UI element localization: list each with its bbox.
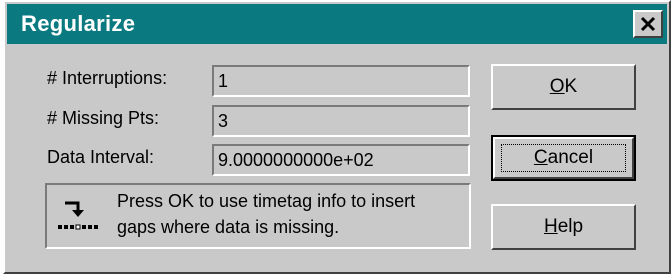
ok-label-rest: K: [564, 76, 578, 97]
window-title: Regularize: [21, 11, 136, 36]
help-label-rest: elp: [557, 216, 584, 237]
interruptions-field[interactable]: 1: [212, 65, 470, 97]
help-mnemonic: H: [543, 216, 558, 237]
ok-mnemonic: O: [549, 76, 565, 97]
cancel-mnemonic: C: [533, 147, 548, 168]
cancel-label-rest: ancel: [547, 147, 594, 168]
missing-pts-field[interactable]: 3: [212, 105, 470, 137]
help-button[interactable]: Help: [491, 204, 636, 250]
cancel-button-label: Cancel: [493, 147, 634, 169]
title-bar[interactable]: Regularize: [7, 4, 667, 44]
info-line-1: Press OK to use timetag info to insert: [117, 191, 416, 211]
insert-gaps-icon: [58, 201, 98, 230]
info-line-2: gaps where data is missing.: [117, 217, 340, 237]
close-button[interactable]: [633, 10, 663, 38]
regularize-dialog: Regularize # Interruptions: 1 # Missing …: [3, 0, 671, 274]
data-interval-field[interactable]: 9.0000000000e+02: [212, 144, 470, 176]
info-box: Press OK to use timetag info to insert g…: [45, 183, 471, 249]
interruptions-label: # Interruptions:: [47, 68, 168, 88]
data-interval-label: Data Interval:: [47, 147, 155, 167]
cancel-button[interactable]: Cancel: [491, 135, 636, 181]
ok-button-label: OK: [493, 76, 634, 98]
help-button-label: Help: [493, 216, 634, 238]
info-text: Press OK to use timetag info to insert g…: [117, 188, 465, 240]
missing-pts-label: # Missing Pts:: [47, 108, 160, 128]
ok-button[interactable]: OK: [491, 64, 636, 110]
close-icon: [640, 16, 656, 32]
